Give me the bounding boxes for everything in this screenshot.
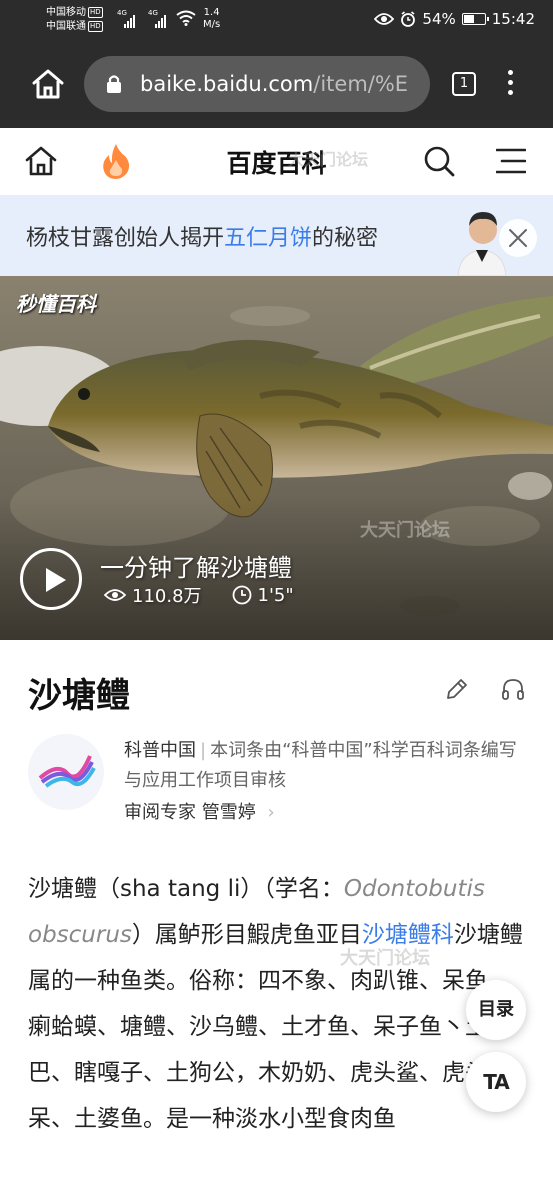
network-type-label: 4G — [117, 9, 127, 17]
url-domain: baike.baidu.com — [140, 72, 314, 96]
promo-text: 杨枝甘露创始人揭开五仁月饼的秘密 — [26, 226, 379, 251]
browser-toolbar: baike.baidu.com/item/%E 1 — [0, 40, 553, 128]
status-right: 54% 15:42 — [374, 10, 535, 28]
browser-home-icon[interactable] — [30, 66, 66, 102]
video-title: 一分钟了解沙塘鳢 — [100, 554, 292, 582]
catalog-list-icon[interactable] — [496, 146, 526, 176]
wifi-icon — [176, 10, 196, 26]
hd-badge: HD — [88, 21, 103, 32]
hd-badge: HD — [88, 7, 103, 18]
view-count: 110.8万 — [132, 586, 202, 607]
chevron-right-icon: › — [267, 802, 275, 823]
search-icon[interactable] — [422, 144, 456, 178]
promo-banner[interactable]: 杨枝甘露创始人揭开五仁月饼的秘密 — [0, 196, 553, 276]
url-bar[interactable]: baike.baidu.com/item/%E — [84, 56, 430, 112]
toc-button[interactable]: 目录 — [466, 980, 526, 1040]
status-bar: 中国移动 HD 中国联通 HD 4G 4G 1.4 M/s 54% 15:42 — [0, 0, 553, 40]
site-header: 百度百科 大天门论坛 — [0, 128, 553, 196]
url-path: /item/%E — [313, 72, 409, 96]
source-info: 科普中国 | 本词条由“科普中国”科学百科词条编写与应用工作项目审核 — [124, 740, 517, 791]
expert-name: 管雪婷 — [201, 802, 256, 823]
speed-unit: M/s — [203, 19, 221, 30]
reviewer-row[interactable]: 审阅专家 管雪婷 › — [124, 798, 275, 824]
tabs-count-button[interactable]: 1 — [452, 72, 476, 96]
battery-percent: 54% — [422, 10, 456, 28]
site-title[interactable]: 百度百科 — [0, 144, 553, 180]
eye-icon — [374, 13, 395, 25]
video-duration: 1'5" — [257, 584, 294, 606]
video-meta: 110.8万 1'5" — [104, 582, 294, 608]
browser-menu-button[interactable] — [503, 70, 517, 100]
lock-icon — [107, 75, 121, 93]
promo-highlight: 五仁月饼 — [224, 226, 313, 251]
family-link[interactable]: 沙塘鳢科 — [362, 922, 454, 948]
ta-button[interactable]: TA — [466, 1052, 526, 1112]
promo-close-icon[interactable] — [498, 218, 538, 258]
article-paragraph: 沙塘鳢（sha tang li）（学名：Odontobutis obscurus… — [28, 876, 523, 1132]
expert-label: 审阅专家 — [124, 802, 196, 823]
kepu-china-logo[interactable] — [28, 734, 104, 810]
speed-value: 1.4 — [203, 7, 220, 18]
clock-icon — [232, 585, 251, 605]
network-type-label: 4G — [148, 9, 158, 17]
video-brand-logo: 秒懂百科 — [16, 292, 96, 316]
play-button[interactable] — [20, 548, 82, 610]
watermark: 大天门论坛 — [288, 150, 369, 169]
video-player[interactable]: 秒懂百科 大天门论坛 一分钟了解沙塘鳢 110.8万 1'5" — [0, 276, 553, 640]
alarm-icon — [401, 11, 416, 27]
article-title: 沙塘鳢 — [28, 676, 130, 716]
clock: 15:42 — [491, 10, 535, 28]
headphones-icon[interactable] — [500, 676, 526, 702]
carrier-1: 中国移动 — [46, 7, 86, 18]
battery-icon — [461, 13, 489, 25]
watermark: 大天门论坛 — [360, 520, 450, 541]
network-speed: 1.4 M/s — [203, 7, 220, 31]
view-count-icon — [104, 589, 126, 601]
signal-icon: 4G — [148, 9, 166, 28]
source-name[interactable]: 科普中国 — [124, 740, 196, 761]
edit-pencil-icon[interactable] — [444, 676, 470, 702]
carrier-2: 中国联通 — [46, 21, 86, 32]
carrier-info: 中国移动 HD 中国联通 HD — [46, 6, 103, 34]
signal-icon: 4G — [117, 9, 135, 28]
